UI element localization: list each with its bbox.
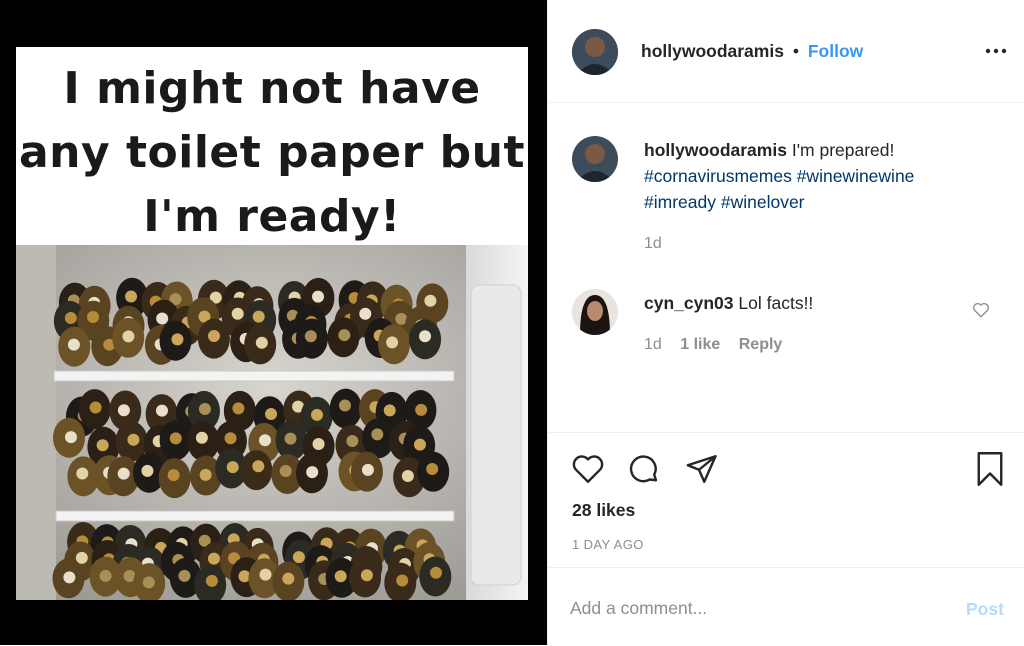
caption-time: 1d xyxy=(644,235,662,252)
meme-image: I might not have any toilet paper but I'… xyxy=(16,47,528,600)
comment-time: 1d xyxy=(644,336,662,353)
comment-meta: 1d 1 like Reply xyxy=(644,336,782,354)
post-header: hollywoodaramis • Follow xyxy=(548,0,1024,103)
meme-caption: I might not have any toilet paper but I'… xyxy=(18,63,526,242)
comment-icon[interactable] xyxy=(626,451,662,487)
comment-text: cyn_cyn03 Lol facts!! xyxy=(644,290,984,316)
author-username[interactable]: hollywoodaramis xyxy=(641,41,784,61)
bookmark-icon[interactable] xyxy=(972,449,1008,489)
caption-text: hollywoodaramis I'm prepared! #cornaviru… xyxy=(644,137,984,215)
reply-button[interactable]: Reply xyxy=(739,336,783,353)
header-user-line: hollywoodaramis • Follow xyxy=(641,41,863,62)
commenter-username[interactable]: cyn_cyn03 xyxy=(644,293,734,313)
author-avatar[interactable] xyxy=(572,29,618,75)
likes-count[interactable]: 28 likes xyxy=(572,500,635,521)
post-details-panel: hollywoodaramis • Follow hollywoodaramis… xyxy=(547,0,1024,645)
commenter-avatar[interactable] xyxy=(572,289,618,335)
caption-username[interactable]: hollywoodaramis xyxy=(644,140,787,160)
hashtag-link[interactable]: #imready xyxy=(644,192,716,212)
hashtag-link[interactable]: #winewinewine xyxy=(797,166,915,186)
heart-icon[interactable] xyxy=(570,451,606,487)
caption-body: I'm prepared! xyxy=(791,140,895,160)
comment-body: Lol facts!! xyxy=(738,293,814,313)
send-icon[interactable] xyxy=(684,451,720,487)
add-comment-bar: Post xyxy=(548,567,1024,646)
follow-button[interactable]: Follow xyxy=(808,41,863,61)
hashtag-link[interactable]: #cornavirusmemes xyxy=(644,166,792,186)
fridge-photo xyxy=(16,245,528,600)
comment-input[interactable] xyxy=(570,594,930,622)
post-date: 1 DAY AGO xyxy=(572,537,644,552)
post-comment-button[interactable]: Post xyxy=(966,599,1004,620)
action-bar: 28 likes 1 DAY AGO xyxy=(548,432,1024,552)
hashtag-link[interactable]: #winelover xyxy=(721,192,805,212)
header-separator: • xyxy=(792,41,799,61)
heart-outline-icon[interactable] xyxy=(972,301,990,319)
comment-likes[interactable]: 1 like xyxy=(680,336,720,353)
more-horizontal-icon[interactable] xyxy=(984,44,1008,58)
post-media[interactable]: I might not have any toilet paper but I'… xyxy=(0,0,548,645)
caption-avatar[interactable] xyxy=(572,136,618,182)
